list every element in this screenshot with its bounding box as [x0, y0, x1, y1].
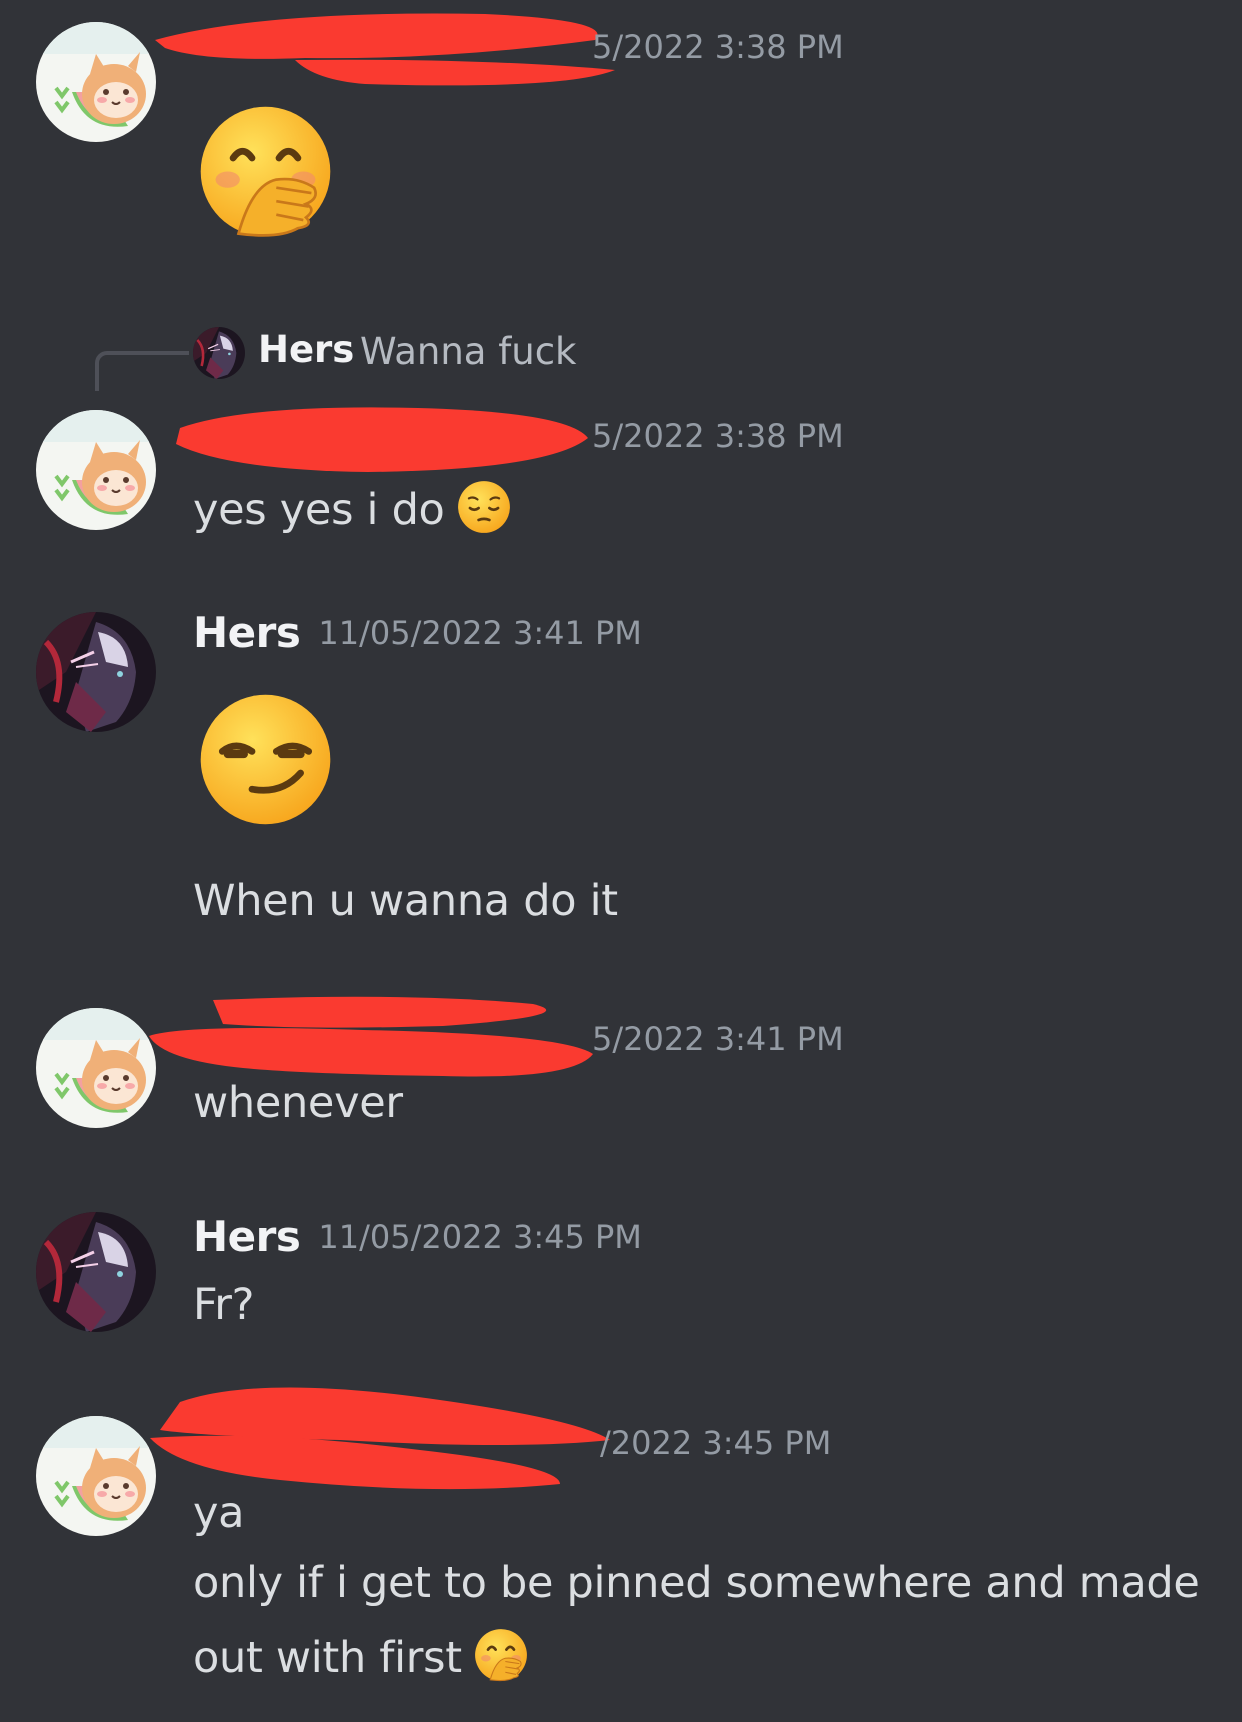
message-3[interactable]: Hers 11/05/2022 3:41 PM When u wanna do i… — [0, 600, 1242, 960]
message-line-3: out with first — [193, 1628, 528, 1683]
reply-avatar — [193, 327, 245, 379]
avatar[interactable] — [36, 1416, 156, 1536]
pensive-emoji-icon — [457, 480, 511, 534]
anime-character-avatar-icon — [36, 1212, 156, 1332]
message-text: Fr? — [193, 1280, 255, 1330]
anime-character-avatar-icon — [193, 327, 245, 379]
redaction-scribble — [149, 996, 593, 1077]
timestamp: 11/05/2022 3:41 PM — [318, 614, 642, 652]
reply-connector — [95, 351, 189, 391]
reply-author[interactable]: Hers — [258, 328, 354, 371]
avatar[interactable] — [36, 410, 156, 530]
message-line-1: ya — [193, 1488, 245, 1538]
smirking-face-emoji-icon — [198, 692, 333, 827]
cat-watermelon-avatar-icon — [36, 1416, 156, 1536]
reply-preview[interactable]: Hers Wanna fuck — [95, 318, 695, 391]
message-text: yes yes i do — [193, 480, 511, 535]
timestamp: 5/2022 3:41 PM — [592, 1020, 844, 1058]
anime-character-avatar-icon — [36, 612, 156, 732]
message-text: When u wanna do it — [193, 876, 618, 926]
message-text: whenever — [193, 1078, 403, 1128]
message-2[interactable]: Hers Wanna fuck 5/2022 3:38 PM yes yes i… — [0, 0, 1242, 560]
avatar[interactable] — [36, 612, 156, 732]
cat-watermelon-avatar-icon — [36, 1008, 156, 1128]
hand-over-mouth-emoji-icon — [474, 1628, 528, 1682]
reply-content[interactable]: Wanna fuck — [360, 330, 576, 373]
author-name[interactable]: Hers — [193, 1212, 301, 1261]
timestamp: 5/2022 3:38 PM — [592, 417, 844, 455]
timestamp: /2022 3:45 PM — [600, 1424, 832, 1462]
cat-watermelon-avatar-icon — [36, 410, 156, 530]
avatar[interactable] — [36, 1212, 156, 1332]
message-5[interactable]: Hers 11/05/2022 3:45 PM Fr? — [0, 1200, 1242, 1360]
message-4[interactable]: 5/2022 3:41 PM whenever — [0, 990, 1242, 1150]
redaction-scribble — [176, 407, 588, 472]
message-6[interactable]: /2022 3:45 PM ya only if i get to be pin… — [0, 1380, 1242, 1722]
message-line-2: only if i get to be pinned somewhere and… — [193, 1558, 1200, 1608]
redaction-scribble — [150, 1387, 610, 1490]
avatar[interactable] — [36, 1008, 156, 1128]
author-name[interactable]: Hers — [193, 608, 301, 657]
message-header: Hers 11/05/2022 3:41 PM — [193, 608, 642, 657]
timestamp: 11/05/2022 3:45 PM — [318, 1218, 642, 1256]
message-header: Hers 11/05/2022 3:45 PM — [193, 1212, 642, 1261]
chat-message-list[interactable]: 5/2022 3:38 PM Hers Wanna fuck 5/2022 3:… — [0, 0, 1242, 1722]
